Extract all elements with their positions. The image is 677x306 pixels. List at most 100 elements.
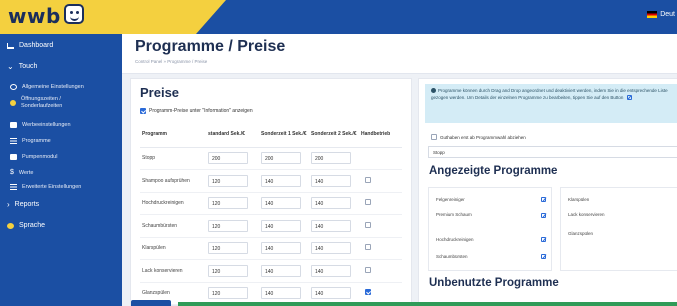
- sidebar-item-label: Allgemeine Einstellungen: [22, 84, 84, 90]
- price-cell: 140: [309, 237, 359, 260]
- price-input-std[interactable]: 120: [208, 264, 248, 277]
- price-input-std[interactable]: 120: [208, 197, 248, 210]
- program-item[interactable]: Hochdruckreinigen: [436, 237, 474, 243]
- guthaben-checkbox[interactable]: [431, 134, 437, 140]
- shown-programs-list-right[interactable]: Klarspülen Lack konservieren Glanzspülen: [560, 187, 677, 271]
- breadcrumb[interactable]: Control Panel » Programme / Preise: [135, 59, 207, 64]
- guthaben-label: Guthaben erst ab Programmwahl abziehen: [440, 134, 526, 140]
- sidebar-item-dashboard[interactable]: Dashboard: [7, 42, 129, 49]
- edit-icon[interactable]: [541, 254, 546, 259]
- price-cell: 140: [259, 169, 309, 193]
- price-input-s1[interactable]: 140: [261, 242, 301, 255]
- price-input-s2[interactable]: 140: [311, 174, 351, 187]
- sidebar-item-werbeeinstellungen[interactable]: Werbeeinstellungen: [10, 122, 132, 128]
- program-item[interactable]: Lack konservieren: [568, 212, 608, 218]
- price-input-s1[interactable]: 140: [261, 197, 301, 210]
- language-switcher[interactable]: Deut: [647, 11, 675, 18]
- program-item[interactable]: Felgenreiniger: [436, 197, 465, 203]
- table-row: Schaumbürsten 120 140 140: [140, 214, 402, 238]
- prices-table: Programm standard Sek./€ Sonderzeit 1 Se…: [140, 121, 402, 305]
- smiley-logo-icon: [64, 4, 84, 24]
- prices-card: Preise Programm-Preise unter "Informatio…: [130, 78, 412, 306]
- manual-mode-checkbox[interactable]: [365, 289, 371, 296]
- manual-mode-cell: [359, 214, 402, 238]
- price-input-std[interactable]: 120: [208, 219, 248, 232]
- info-text: Programme können durch Drag and Drop ang…: [431, 88, 668, 100]
- price-cell: 120: [206, 169, 259, 193]
- sidebar-item-oeffnungszeiten[interactable]: Öffnungszeiten / Sonderlaufzeiten: [10, 96, 120, 109]
- price-input-s1[interactable]: 140: [261, 287, 301, 300]
- price-input-s1[interactable]: 140: [261, 264, 301, 277]
- price-cell: 120: [206, 237, 259, 260]
- price-input-s2[interactable]: 140: [311, 287, 351, 300]
- sidebar-item-label: Sprache: [19, 222, 46, 229]
- prices-table-body: Stopp 200 200 200 Shampoo aufsprühen 120 140 14…: [140, 147, 402, 305]
- sidebar-item-pumpenmodul[interactable]: Pumpenmodul: [10, 154, 132, 160]
- manual-mode-cell: [359, 259, 402, 283]
- price-input-s1[interactable]: 200: [261, 152, 301, 165]
- logo: wwb: [8, 4, 61, 28]
- program-item[interactable]: Schaumbürsten: [436, 254, 468, 260]
- price-input-std[interactable]: 120: [208, 242, 248, 255]
- price-input-s1[interactable]: 140: [261, 219, 301, 232]
- manual-mode-checkbox[interactable]: [365, 266, 371, 273]
- logo-area[interactable]: wwb: [0, 0, 196, 34]
- price-input-s2[interactable]: 140: [311, 242, 351, 255]
- price-cell: 200: [206, 147, 259, 170]
- manual-mode-checkbox[interactable]: [365, 199, 371, 206]
- sidebar-item-erweiterte-einstellungen[interactable]: Erweiterte Einstellungen: [10, 184, 132, 190]
- info-alert: Programme können durch Drag and Drop ang…: [425, 84, 677, 123]
- program-item[interactable]: Klarspülen: [568, 197, 589, 203]
- table-row: Hochdruckreinigen 120 140 140: [140, 192, 402, 215]
- sidebar-item-label: Werbeeinstellungen: [22, 122, 71, 128]
- price-cell: 200: [259, 147, 309, 170]
- sidebar-item-touch[interactable]: ⌄ Touch: [7, 62, 129, 71]
- table-header-row: Programm standard Sek./€ Sonderzeit 1 Se…: [140, 121, 402, 148]
- show-prices-in-info-option[interactable]: Programm-Preise unter "Information" anze…: [140, 108, 253, 114]
- sidebar-item-sprache[interactable]: Sprache: [7, 222, 129, 229]
- price-input-s2[interactable]: 140: [311, 264, 351, 277]
- edit-icon[interactable]: [541, 237, 546, 242]
- manual-mode-checkbox[interactable]: [365, 221, 371, 228]
- column-header: Programm: [140, 121, 206, 148]
- edit-icon[interactable]: [541, 197, 546, 202]
- manual-mode-checkbox[interactable]: [365, 244, 371, 251]
- table-row: Lack konservieren 120 140 140: [140, 259, 402, 283]
- table-row: Klarspülen 120 140 140: [140, 237, 402, 260]
- program-item[interactable]: Glanzspülen: [568, 231, 593, 237]
- stopp-program-select[interactable]: Stopp: [428, 146, 677, 158]
- advert-icon: [10, 122, 17, 128]
- globe-icon: [7, 222, 14, 229]
- chevron-down-icon: ⌄: [7, 62, 14, 71]
- save-button[interactable]: [131, 300, 171, 306]
- sidebar-item-programme[interactable]: Programme: [10, 138, 132, 144]
- page-header: Programme / Preise Control Panel » Progr…: [122, 34, 677, 74]
- price-input-std[interactable]: 200: [208, 152, 248, 165]
- program-item[interactable]: Premium Schaum: [436, 212, 476, 218]
- price-input-std[interactable]: 120: [208, 287, 248, 300]
- manual-mode-checkbox[interactable]: [365, 176, 371, 183]
- price-input-s2[interactable]: 200: [311, 152, 351, 165]
- sidebar-item-label: Pumpenmodul: [22, 154, 58, 160]
- price-cell: 120: [206, 214, 259, 238]
- sidebar-item-allgemeine-einstellungen[interactable]: Allgemeine Einstellungen: [10, 84, 132, 90]
- sidebar-item-reports[interactable]: › Reports: [7, 200, 129, 209]
- manual-mode-cell: [359, 147, 402, 170]
- sidebar-item-werte[interactable]: $ Werte: [10, 169, 132, 176]
- price-input-s2[interactable]: 140: [311, 197, 351, 210]
- table-row: Stopp 200 200 200: [140, 147, 402, 170]
- top-bar: wwb Deut: [0, 0, 677, 34]
- shown-programs-list-left[interactable]: Felgenreiniger Premium Schaum Hochdruckr…: [428, 187, 552, 271]
- guthaben-option[interactable]: Guthaben erst ab Programmwahl abziehen: [431, 134, 526, 140]
- price-cell: 120: [206, 192, 259, 215]
- price-cell: 140: [309, 192, 359, 215]
- price-input-s2[interactable]: 140: [311, 219, 351, 232]
- price-input-std[interactable]: 120: [208, 174, 248, 187]
- pump-icon: [10, 154, 17, 160]
- edit-icon[interactable]: [541, 213, 546, 218]
- price-cell: 140: [309, 259, 359, 283]
- price-input-s1[interactable]: 140: [261, 174, 301, 187]
- show-prices-checkbox[interactable]: [140, 108, 146, 114]
- list-icon: [10, 138, 17, 144]
- program-name-cell: Stopp: [140, 147, 206, 170]
